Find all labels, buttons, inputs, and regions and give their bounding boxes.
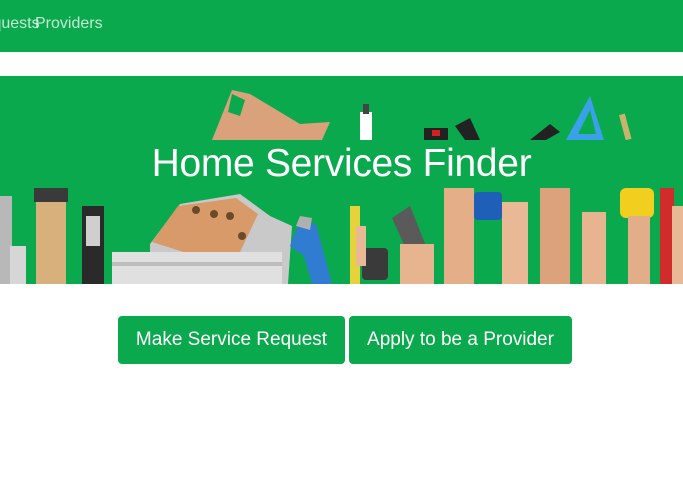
metal-square <box>112 252 282 284</box>
hero-banner: Home Services Finder <box>0 76 683 284</box>
make-service-request-button[interactable]: Make Service Request <box>118 316 345 364</box>
hammer-handle <box>36 200 66 284</box>
yellow-tool <box>620 188 654 218</box>
nav-link-requests[interactable]: Requests <box>0 15 40 33</box>
top-navbar: Requests Providers <box>0 0 683 52</box>
hero-title: Home Services Finder <box>151 142 532 185</box>
nav-link-providers[interactable]: Providers <box>35 15 103 33</box>
handsaw-handle-top <box>212 90 330 140</box>
hand-2 <box>540 188 570 284</box>
apply-provider-button[interactable]: Apply to be a Provider <box>349 316 572 364</box>
screwdriver-top <box>360 112 372 140</box>
red-pipe-wrench <box>660 188 674 284</box>
hand-1 <box>444 188 474 284</box>
